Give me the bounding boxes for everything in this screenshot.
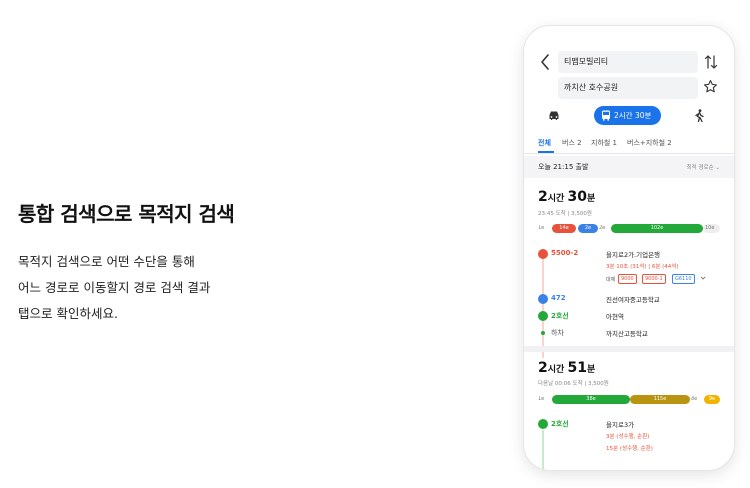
route-timeline: 1e 38e 115e 8e 9e — [538, 395, 720, 404]
timeline-walk-segment: 8e — [691, 395, 703, 404]
walk-segment-label: 8e — [691, 396, 698, 402]
subway-segment-label: 9e — [708, 396, 716, 402]
route-line — [542, 430, 544, 470]
car-icon[interactable] — [548, 110, 560, 121]
active-tab-indicator — [538, 151, 554, 153]
alternative-buses: 대체 9000 9000-1 G6110 — [606, 274, 716, 284]
destination-input[interactable]: 까치산 호수공원 — [558, 77, 698, 99]
route-leg: 472 진선여자중고등학교 — [538, 293, 720, 305]
swap-icon[interactable] — [704, 54, 718, 70]
subway-stop-icon — [538, 311, 548, 321]
subway-segment-label: 102e — [650, 225, 664, 231]
walk-segment-label: 1e — [538, 225, 545, 231]
bus-stop-icon — [538, 294, 548, 304]
sort-label: 최적 경로순 — [686, 165, 714, 171]
stop-name: 진선여자중고등학교 — [606, 296, 660, 304]
departure-time[interactable]: 오늘 21:15 출발 — [538, 162, 588, 172]
route-arrival: 다음날 00:06 도착 | 3,500원 — [538, 381, 609, 387]
timeline-walk-segment: 2e — [599, 224, 611, 233]
intro-line-1: 목적지 검색으로 어떤 수단을 통해 — [18, 254, 195, 269]
transit-duration-label: 2시간 30분 — [614, 111, 652, 120]
alt-bus-chip[interactable]: 9000 — [618, 274, 637, 284]
intro-section: 통합 검색으로 목적지 검색 목적지 검색으로 어떤 수단을 통해 어느 경로로… — [18, 198, 318, 327]
subway-segment-label: 38e — [586, 396, 596, 402]
favorite-star-icon[interactable] — [703, 79, 718, 94]
sort-dropdown[interactable]: 최적 경로순 ⌄ — [687, 163, 720, 171]
bus-stop-icon — [538, 249, 548, 259]
walk-segment-label: 2e — [599, 225, 606, 231]
timeline-walk-segment: 10e — [703, 224, 720, 233]
bus-line-number: 5500-2 — [551, 249, 579, 257]
walk-segment-label: 1e — [538, 396, 545, 402]
alight-dot-icon — [541, 331, 545, 335]
timeline-bus-segment: 14e — [552, 224, 576, 233]
timeline-walk-segment: 1e — [538, 224, 552, 233]
timeline-subway-segment: 38e — [552, 395, 630, 404]
arrival-info: 15분 (성수행, 순환) — [606, 446, 653, 452]
route-timeline: 1e 14e 2e 2e 102e 10e — [538, 224, 720, 233]
route-duration: 2시간 30분 — [538, 189, 596, 205]
walk-segment-label: 10e — [705, 225, 715, 231]
route-separator — [524, 346, 734, 352]
transit-mode-button[interactable]: 2시간 30분 — [594, 106, 661, 125]
subway-line-name: 2호선 — [551, 420, 569, 428]
route-filter-tabs: 전체 버스 2 지하철 1 버스+지하철 2 — [524, 136, 734, 154]
alt-bus-chip[interactable]: G6110 — [672, 274, 695, 284]
alternative-label: 대체 — [606, 277, 616, 283]
walk-icon[interactable] — [694, 109, 704, 122]
bus-icon — [602, 110, 610, 121]
alt-bus-chip[interactable]: 9000-1 — [642, 274, 666, 284]
route-search-header: 티맵모빌리티 까치산 호수공원 — [524, 48, 734, 102]
intro-line-3: 탭으로 확인하세요. — [18, 306, 118, 321]
timeline-subway-segment: 115e — [630, 395, 690, 404]
arrival-info: 3분 (성수행, 순환) — [606, 434, 650, 440]
transport-mode-bar: 2시간 30분 — [524, 106, 734, 126]
stop-name: 을지로3가 — [606, 421, 635, 429]
subway-stop-icon — [538, 419, 548, 429]
timeline-subway-segment: 9e — [704, 395, 720, 404]
bus-segment-label: 14e — [559, 225, 569, 231]
route-leg: 2호선 아현역 — [538, 310, 720, 322]
timeline-bus-segment: 2e — [578, 224, 598, 233]
departure-bar: 오늘 21:15 출발 최적 경로순 ⌄ — [524, 156, 734, 178]
route-leg: 2호선 을지로3가 — [538, 418, 720, 430]
arrival-info: 3분 10초 (31석) | 6분 (44석) — [606, 264, 679, 270]
stop-name: 아현역 — [606, 313, 624, 321]
origin-input[interactable]: 티맵모빌리티 — [558, 51, 698, 73]
intro-title: 통합 검색으로 목적지 검색 — [18, 202, 235, 226]
timeline-subway-segment: 102e — [611, 224, 703, 233]
route-duration: 2시간 51분 — [538, 360, 596, 376]
tab-bus[interactable]: 버스 2 — [562, 138, 582, 148]
alight-label: 하차 — [551, 329, 564, 337]
bus-segment-label: 2e — [584, 225, 592, 231]
chevron-down-icon[interactable] — [700, 275, 706, 281]
tab-all[interactable]: 전체 — [538, 138, 551, 148]
tab-subway[interactable]: 지하철 1 — [591, 138, 617, 148]
subway-line-name: 2호선 — [551, 312, 569, 320]
timeline-walk-segment: 1e — [538, 395, 552, 404]
bus-line-number: 472 — [551, 294, 566, 302]
intro-line-2: 어느 경로로 이동할지 경로 검색 결과 — [18, 280, 211, 295]
phone-mockup: 티맵모빌리티 까치산 호수공원 2시간 30분 전체 버스 2 지하철 1 버스… — [524, 26, 734, 470]
subway-segment-label: 115e — [653, 396, 667, 402]
stop-name: 까치산고등학교 — [606, 330, 648, 338]
tab-bus-subway[interactable]: 버스+지하철 2 — [627, 138, 672, 148]
route-arrival: 23:45 도착 | 3,500원 — [538, 211, 592, 217]
stop-name: 을지로2가.기업은행 — [606, 251, 661, 259]
route-leg: 하차 까치산고등학교 — [538, 327, 720, 339]
route-leg: 5500-2 을지로2가.기업은행 — [538, 248, 720, 260]
back-icon[interactable] — [538, 52, 552, 72]
route-line — [542, 258, 544, 358]
